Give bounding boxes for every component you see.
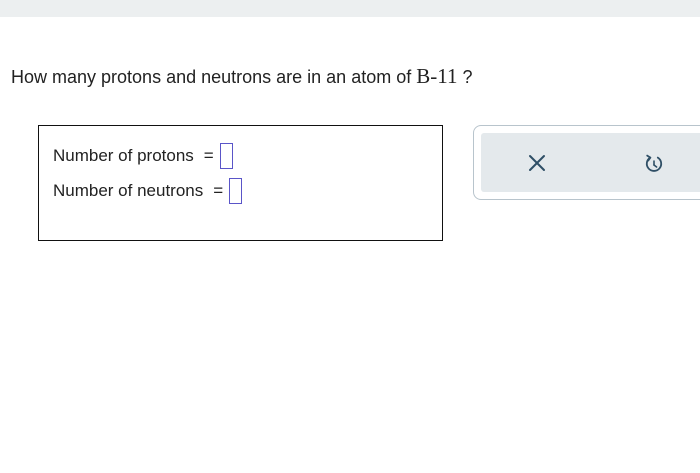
question-suffix: ?	[457, 67, 473, 87]
answer-box: Number of protons = Number of neutrons =	[38, 125, 443, 241]
undo-icon	[645, 154, 663, 172]
clear-button[interactable]	[520, 146, 554, 180]
tool-panel	[473, 125, 700, 200]
question-text: How many protons and neutrons are in an …	[11, 62, 472, 91]
neutrons-input[interactable]	[229, 178, 243, 204]
top-bar	[0, 0, 700, 17]
neutrons-label: Number of neutrons	[53, 181, 204, 200]
question-prefix: How many protons and neutrons are in an …	[11, 67, 417, 87]
tool-bar	[481, 133, 700, 192]
protons-input[interactable]	[219, 143, 233, 169]
protons-row: Number of protons =	[53, 143, 233, 169]
protons-equals: =	[203, 146, 214, 165]
protons-label: Number of protons	[53, 146, 194, 165]
neutrons-row: Number of neutrons =	[53, 178, 243, 204]
isotope-formula: B-11	[416, 64, 458, 88]
neutrons-equals: =	[213, 181, 224, 200]
x-icon	[529, 155, 545, 171]
undo-button[interactable]	[637, 146, 671, 180]
